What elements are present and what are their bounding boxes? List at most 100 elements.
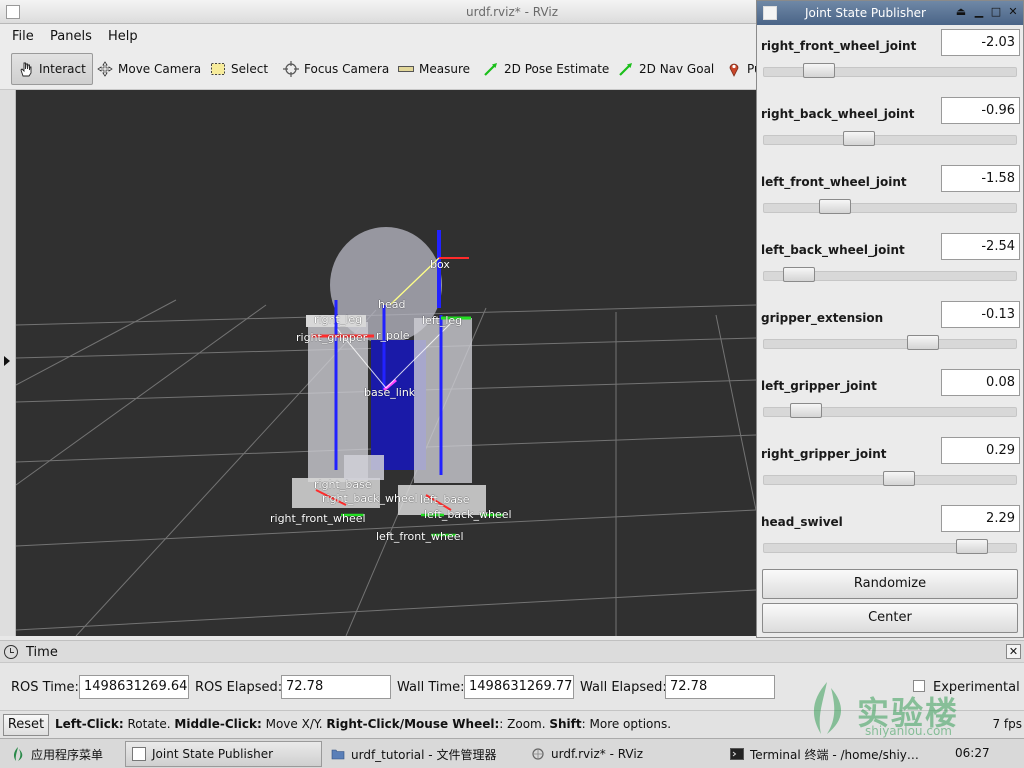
help-text: Rotate. [123, 717, 175, 731]
tf-label-right-leg: right_leg [314, 313, 363, 326]
joint-value-field[interactable]: 0.08 [941, 369, 1020, 396]
wall-elapsed-field[interactable]: 72.78 [665, 675, 775, 699]
tf-label-left-leg: left_leg [422, 314, 463, 327]
tool-label: Move Camera [118, 62, 202, 76]
joint-value-field[interactable]: -0.96 [941, 97, 1020, 124]
reset-button[interactable]: Reset [3, 714, 49, 736]
tf-label-box: box [430, 258, 450, 271]
tf-label-left-base: left_base [420, 493, 470, 506]
joint-name: head_swivel [761, 515, 843, 529]
window-menu-icon[interactable] [763, 6, 777, 20]
window-icon [132, 747, 146, 761]
crosshair-icon [283, 61, 299, 77]
joint-value-field[interactable]: -2.54 [941, 233, 1020, 260]
joint-value-field[interactable]: -0.13 [941, 301, 1020, 328]
close-icon[interactable]: ✕ [1006, 5, 1020, 19]
ruler-icon [398, 61, 414, 77]
hand-icon [18, 61, 34, 77]
3d-render-viewport[interactable]: box head right_leg left_leg right_grippe… [16, 90, 756, 636]
joint-slider-handle[interactable] [802, 63, 835, 78]
wall-time-field[interactable]: 1498631269.77 [464, 675, 574, 699]
ros-time-label: ROS Time: [11, 680, 79, 695]
minimize-icon[interactable]: ▁ [972, 5, 986, 19]
joint-slider-track[interactable] [763, 135, 1017, 145]
tool-select[interactable]: Select [204, 53, 274, 85]
joint-row: head_swivel 2.29 [757, 503, 1023, 571]
joint-name: left_gripper_joint [761, 379, 877, 393]
help-text: : More options. [581, 717, 672, 731]
shade-icon[interactable]: ⏏ [954, 5, 968, 19]
randomize-button[interactable]: Randomize [762, 569, 1018, 599]
move-arrows-icon [97, 61, 113, 77]
leaf-logo-icon [813, 682, 842, 734]
tool-label: Measure [419, 62, 470, 76]
tf-label-right-gripper: right_gripper [296, 331, 368, 344]
menu-panels[interactable]: Panels [50, 29, 92, 44]
terminal-icon [730, 747, 744, 761]
time-panel-header[interactable]: Time ✕ [0, 641, 1024, 663]
joint-slider-handle[interactable] [789, 403, 822, 418]
ros-elapsed-field[interactable]: 72.78 [281, 675, 391, 699]
expand-arrow-icon[interactable] [4, 356, 10, 366]
taskbar-item-label: urdf_tutorial - 文件管理器 [351, 747, 497, 762]
taskbar-item-label: Joint State Publisher [152, 747, 274, 761]
close-icon[interactable]: ✕ [1006, 644, 1021, 659]
tf-label-gripper-pole: r_pole [376, 329, 410, 342]
help-key: Middle-Click: [174, 717, 262, 731]
center-button[interactable]: Center [762, 603, 1018, 633]
tool-2d-pose-estimate[interactable]: 2D Pose Estimate [477, 53, 615, 85]
green-arrow-icon [483, 61, 499, 77]
taskbar-item-label: urdf.rviz* - RViz [551, 747, 643, 761]
wall-elapsed-label: Wall Elapsed: [580, 680, 667, 695]
clock-icon [4, 645, 18, 659]
joint-name: gripper_extension [761, 311, 884, 325]
joint-name: right_front_wheel_joint [761, 39, 917, 53]
taskbar-item-joint-state-publisher[interactable]: Joint State Publisher [125, 741, 322, 767]
joint-value-field[interactable]: -1.58 [941, 165, 1020, 192]
help-text: Move X/Y. [261, 717, 327, 731]
applications-menu-button[interactable]: 应用程序菜单 [4, 741, 122, 767]
tf-label-base-link: base_link [364, 386, 416, 399]
joint-slider-handle[interactable] [956, 539, 989, 554]
joint-slider-handle[interactable] [782, 267, 815, 282]
joint-slider-track[interactable] [763, 67, 1017, 77]
joint-value-field[interactable]: -2.03 [941, 29, 1020, 56]
tf-label-left-front-wheel: left_front_wheel [376, 530, 464, 543]
tool-label: 2D Nav Goal [639, 62, 715, 76]
tf-label-right-back-wheel: right_back_wheel [322, 492, 418, 505]
joint-name: right_gripper_joint [761, 447, 887, 461]
taskbar-item-rviz[interactable]: urdf.rviz* - RViz [524, 741, 721, 767]
tool-2d-nav-goal[interactable]: 2D Nav Goal [612, 53, 720, 85]
taskbar-item-file-manager[interactable]: urdf_tutorial - 文件管理器 [324, 741, 522, 767]
tf-label-head: head [378, 298, 406, 311]
ros-time-field[interactable]: 1498631269.64 [79, 675, 189, 699]
menu-help[interactable]: Help [108, 29, 138, 44]
folder-icon [331, 747, 345, 761]
joint-value-field[interactable]: 0.29 [941, 437, 1020, 464]
joint-name: left_front_wheel_joint [761, 175, 907, 189]
joint-slider-track[interactable] [763, 339, 1017, 349]
tool-measure[interactable]: Measure [392, 53, 476, 85]
menu-file[interactable]: File [12, 29, 34, 44]
joint-value-field[interactable]: 2.29 [941, 505, 1020, 532]
tool-interact[interactable]: Interact [11, 53, 93, 85]
tool-label: Interact [39, 62, 86, 76]
joint-slider-handle[interactable] [818, 199, 851, 214]
tool-focus-camera[interactable]: Focus Camera [277, 53, 395, 85]
mouse-help-text: Left-Click: Rotate. Middle-Click: Move X… [55, 717, 671, 731]
tool-move-camera[interactable]: Move Camera [91, 53, 207, 85]
taskbar-item-terminal[interactable]: Terminal 终端 - /home/shiy… [723, 741, 921, 767]
map-pin-icon [726, 61, 742, 77]
joint-slider-track[interactable] [763, 203, 1017, 213]
select-rect-icon [210, 61, 226, 77]
joint-slider-handle[interactable] [907, 335, 940, 350]
help-text: : Zoom. [499, 717, 550, 731]
joint-row: left_back_wheel_joint -2.54 [757, 231, 1023, 299]
collapsed-panel-rail[interactable] [0, 90, 16, 636]
joint-slider-handle[interactable] [882, 471, 915, 486]
maximize-icon[interactable]: □ [989, 5, 1003, 19]
jsp-titlebar[interactable]: Joint State Publisher ⏏ ▁ □ ✕ [757, 1, 1023, 25]
taskbar-clock[interactable]: 06:27 [955, 746, 990, 760]
time-panel-title: Time [26, 645, 58, 660]
joint-slider-handle[interactable] [842, 131, 875, 146]
